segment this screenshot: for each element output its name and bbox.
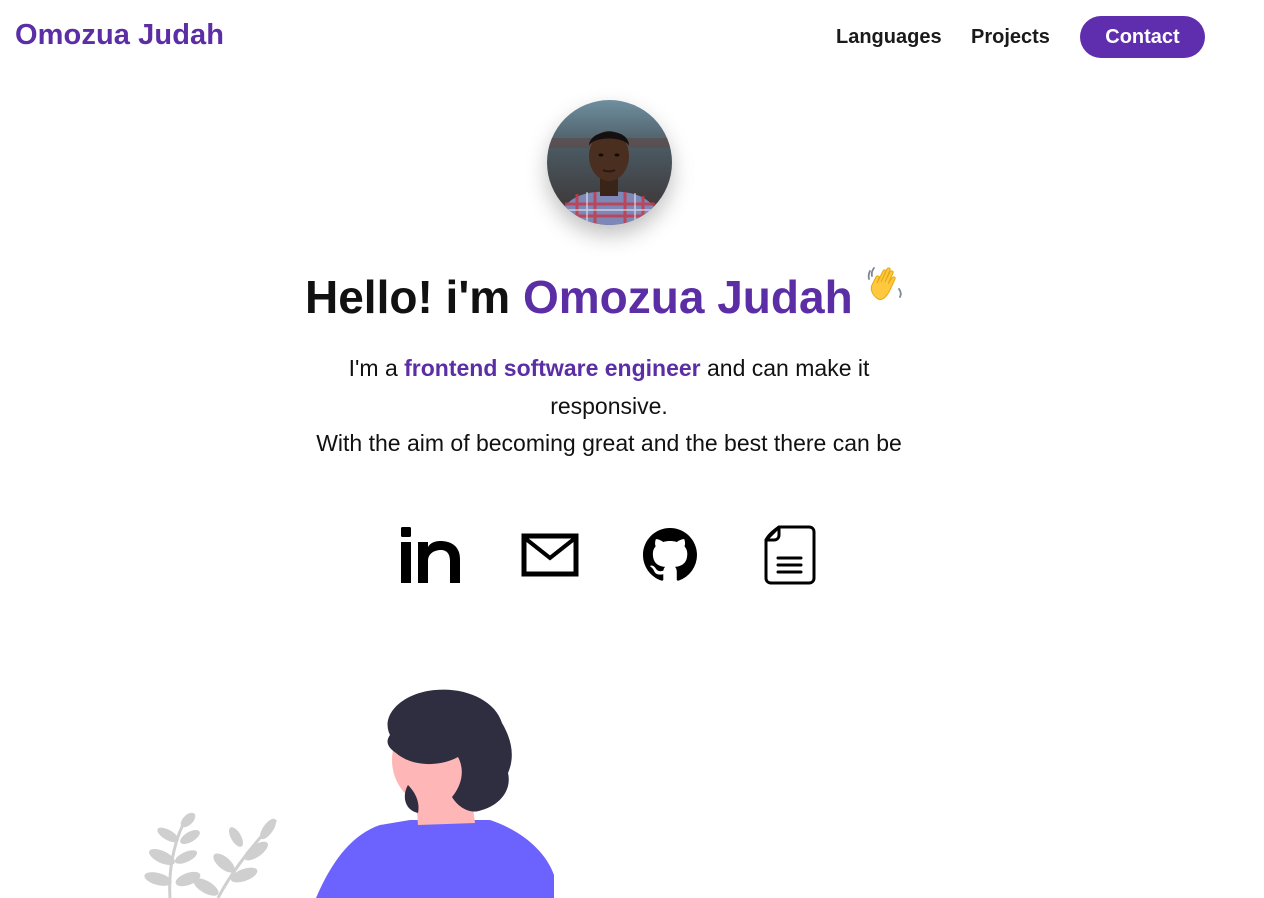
brand-logo[interactable]: Omozua Judah <box>15 19 224 52</box>
greeting-text: Hello! i'm <box>305 271 523 323</box>
bio-text: I'm a frontend software engineer and can… <box>300 350 918 463</box>
portfolio-page: Omozua Judah Languages Projects Contact <box>0 0 1264 898</box>
github-icon <box>643 527 697 587</box>
document-icon <box>763 524 817 591</box>
nav-projects[interactable]: Projects <box>971 26 1050 49</box>
github-link[interactable] <box>641 526 699 588</box>
email-link[interactable] <box>520 526 580 588</box>
mail-icon <box>521 533 579 582</box>
bio-aim: With the aim of becoming great and the b… <box>316 430 902 456</box>
linkedin-link[interactable] <box>398 526 462 588</box>
linkedin-icon <box>399 525 461 590</box>
hero-name: Omozua Judah <box>522 271 853 323</box>
waving-hand-icon <box>866 265 906 303</box>
resume-link[interactable] <box>762 524 818 591</box>
bio-prefix: I'm a <box>348 355 405 381</box>
contact-button[interactable]: Contact <box>1080 16 1205 58</box>
hero-heading: Hello! i'm Omozua Judah <box>305 270 853 324</box>
developer-illustration <box>140 685 570 898</box>
bio-role-highlight: frontend software engineer <box>404 355 701 381</box>
profile-avatar <box>547 100 672 225</box>
nav-languages[interactable]: Languages <box>836 26 942 49</box>
